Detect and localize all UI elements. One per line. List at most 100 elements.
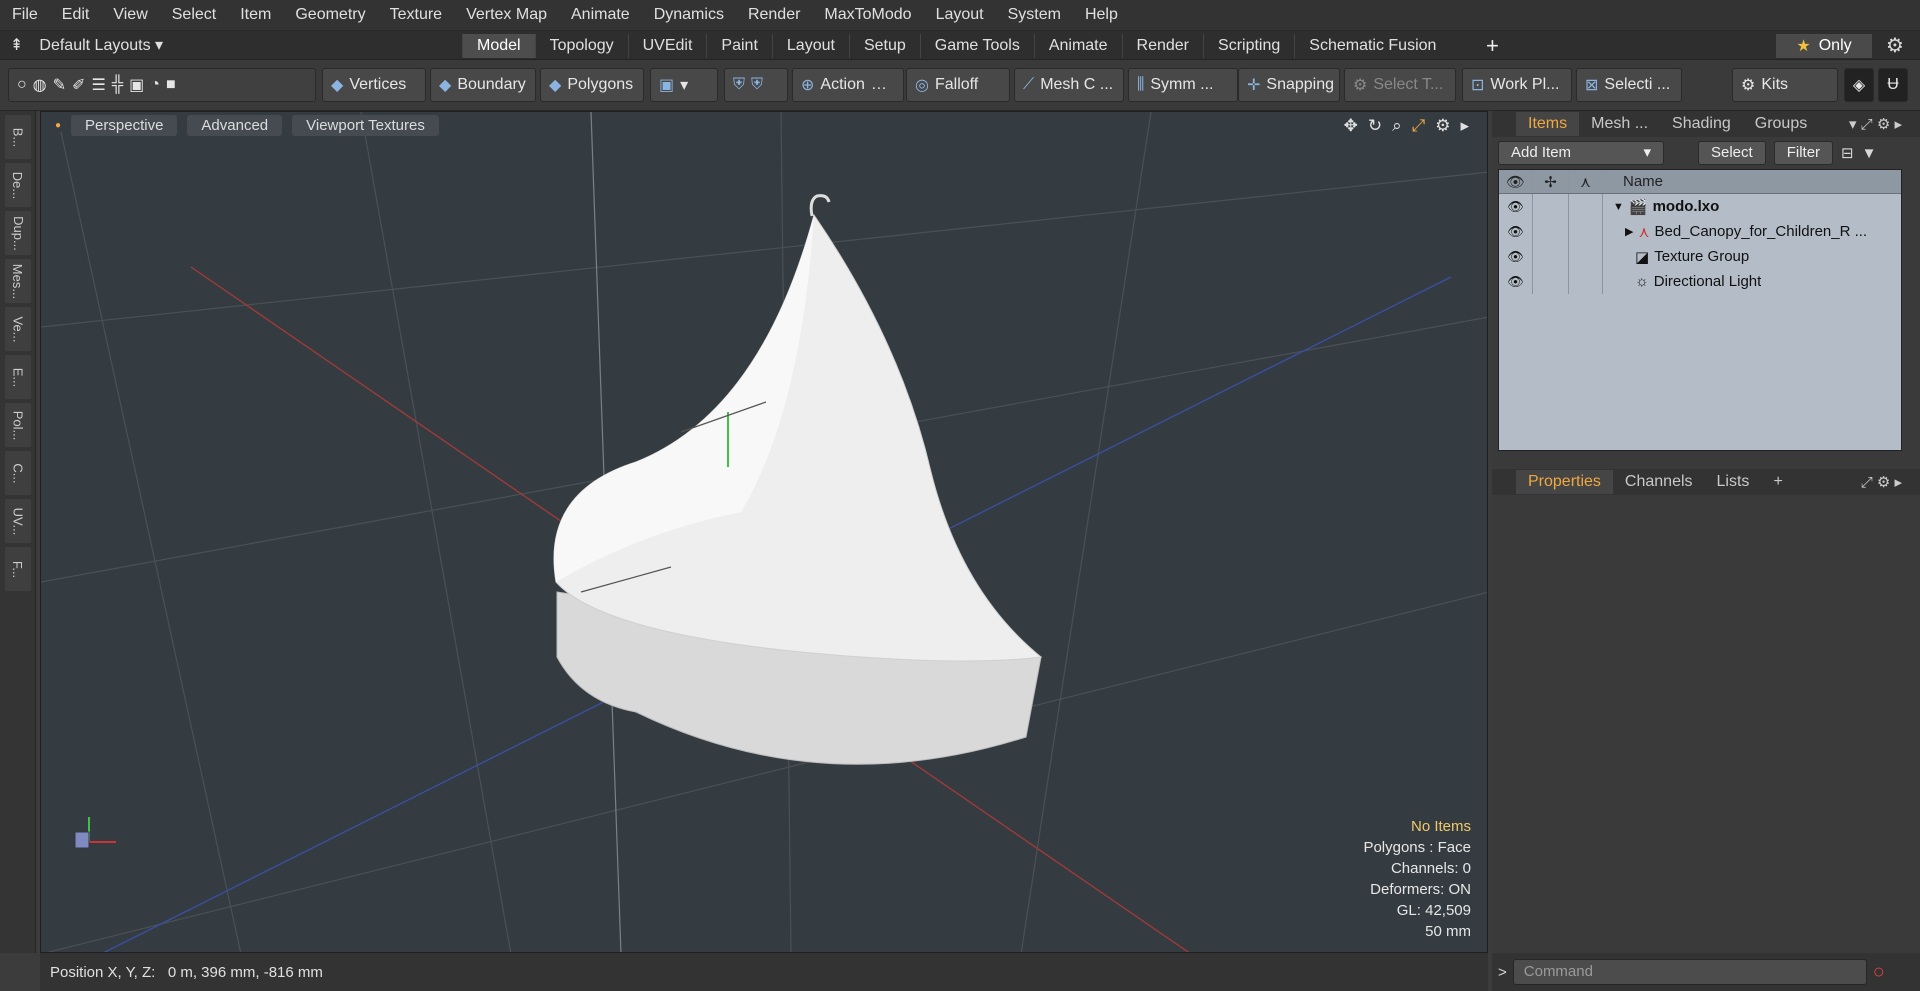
- only-toggle-button[interactable]: ★ Only: [1776, 34, 1872, 58]
- zoom-icon[interactable]: ⌕: [1392, 116, 1402, 136]
- expand-arrow-icon[interactable]: ▶: [1625, 225, 1633, 238]
- select-through-button[interactable]: ⚙ Select T...: [1344, 68, 1456, 102]
- filter-button[interactable]: Filter: [1773, 141, 1834, 165]
- layout-gear-icon[interactable]: ⚙: [1886, 33, 1904, 58]
- kits-button[interactable]: ⚙ Kits: [1732, 68, 1838, 102]
- polygons-button[interactable]: ◆ Polygons: [540, 68, 644, 102]
- tab-lists[interactable]: Lists: [1705, 470, 1762, 494]
- menu-file[interactable]: File: [0, 6, 50, 24]
- expand-arrow-icon[interactable]: ▼: [1613, 201, 1624, 213]
- tab-mesh-ops[interactable]: Mesh ...: [1579, 112, 1660, 136]
- items-panel-options-icons[interactable]: ▾ ⤢ ⚙ ▸: [1837, 113, 1914, 137]
- pen-icon[interactable]: ✎: [53, 75, 66, 95]
- tab-groups[interactable]: Groups: [1743, 112, 1819, 136]
- menu-edit[interactable]: Edit: [50, 6, 102, 24]
- properties-panel-options-icons[interactable]: ⤢ ⚙ ▸: [1849, 471, 1914, 495]
- tab-properties[interactable]: Properties: [1516, 470, 1613, 494]
- select-button[interactable]: Select: [1698, 141, 1766, 165]
- advanced-button[interactable]: Advanced: [187, 114, 283, 136]
- unity-icon[interactable]: ◈: [1844, 68, 1874, 102]
- symmetry-shields-group[interactable]: ⛨ ⛨: [724, 68, 788, 102]
- tab-setup[interactable]: Setup: [848, 34, 920, 58]
- maximize-icon[interactable]: ⤢: [1412, 116, 1426, 136]
- left-tab-edge[interactable]: E...: [5, 355, 31, 399]
- left-tab-uv[interactable]: UV...: [5, 499, 31, 543]
- menu-item[interactable]: Item: [228, 6, 283, 24]
- tab-uvedit[interactable]: UVEdit: [627, 34, 707, 58]
- work-plane-button[interactable]: ⊡ Work Pl...: [1462, 68, 1572, 102]
- visibility-column-eye-icon[interactable]: 👁: [1499, 170, 1533, 193]
- lock-column-icon[interactable]: ✢: [1533, 170, 1569, 193]
- list-item[interactable]: 👁 ▶ ⋏ Bed_Canopy_for_Children_R ...: [1499, 219, 1901, 244]
- add-item-button[interactable]: Add Item ▾: [1498, 141, 1664, 165]
- perspective-button[interactable]: Perspective: [71, 114, 178, 136]
- tab-render[interactable]: Render: [1121, 34, 1203, 58]
- left-tab-basic[interactable]: B...: [5, 115, 31, 159]
- cube-solid-icon[interactable]: ■: [166, 76, 176, 94]
- menu-dynamics[interactable]: Dynamics: [642, 6, 736, 24]
- frame-icon[interactable]: ▣: [129, 75, 144, 95]
- left-tab-vertex[interactable]: Ve...: [5, 307, 31, 351]
- brush-icon[interactable]: ✐: [72, 75, 85, 95]
- selection-sets-button[interactable]: ⊠ Selecti ...: [1576, 68, 1682, 102]
- add-tab-plus-icon[interactable]: +: [1486, 33, 1499, 59]
- left-tab-deform[interactable]: De...: [5, 163, 31, 207]
- menu-maxtomodo[interactable]: MaxToModo: [812, 6, 923, 24]
- eye-icon[interactable]: 👁: [1507, 199, 1524, 215]
- add-tab-plus-icon[interactable]: +: [1761, 470, 1794, 494]
- left-tab-curve[interactable]: C...: [5, 451, 31, 495]
- rotate-icon[interactable]: ◔: [150, 76, 160, 94]
- list-item[interactable]: 👁 ▼ 🎬 modo.lxo: [1499, 194, 1901, 219]
- item-mode-dropdown[interactable]: ▣ ▾: [650, 68, 718, 102]
- grid-icon[interactable]: ╬: [112, 76, 123, 94]
- menu-render[interactable]: Render: [736, 6, 812, 24]
- menu-texture[interactable]: Texture: [378, 6, 454, 24]
- orbit-icon[interactable]: ↻: [1368, 116, 1382, 136]
- menu-system[interactable]: System: [996, 6, 1073, 24]
- left-tab-mesh-edit[interactable]: Mes...: [5, 259, 31, 303]
- tab-layout[interactable]: Layout: [771, 34, 849, 58]
- record-circle-icon[interactable]: ○: [1873, 961, 1885, 984]
- align-icon[interactable]: ☰: [91, 75, 105, 95]
- axis-column-icon[interactable]: ⋏: [1569, 170, 1603, 193]
- unreal-icon[interactable]: Ʉ: [1878, 68, 1908, 102]
- tab-game-tools[interactable]: Game Tools: [919, 34, 1034, 58]
- viewport-dot-icon[interactable]: ●: [55, 120, 61, 131]
- name-column-header[interactable]: Name: [1603, 173, 1663, 190]
- menu-animate[interactable]: Animate: [559, 6, 642, 24]
- left-tab-duplicate[interactable]: Dup...: [5, 211, 31, 255]
- tab-schematic-fusion[interactable]: Schematic Fusion: [1294, 34, 1450, 58]
- menu-layout[interactable]: Layout: [924, 6, 996, 24]
- funnel-icon[interactable]: ▼: [1862, 145, 1877, 162]
- menu-geometry[interactable]: Geometry: [283, 6, 377, 24]
- menu-select[interactable]: Select: [160, 6, 228, 24]
- menu-vertex-map[interactable]: Vertex Map: [454, 6, 559, 24]
- tab-model[interactable]: Model: [462, 34, 535, 58]
- falloff-button[interactable]: ◎ Falloff: [906, 68, 1010, 102]
- tab-items[interactable]: Items: [1516, 112, 1580, 136]
- pan-icon[interactable]: ✥: [1344, 116, 1358, 136]
- tab-channels[interactable]: Channels: [1613, 470, 1705, 494]
- list-item[interactable]: 👁 ☼ Directional Light: [1499, 269, 1901, 294]
- default-layouts-dropdown[interactable]: ⇞ Default Layouts ▾: [10, 35, 163, 55]
- collapse-all-icon[interactable]: ⊟: [1841, 144, 1854, 162]
- tab-paint[interactable]: Paint: [706, 34, 771, 58]
- snapping-button[interactable]: ✛ Snapping: [1238, 68, 1340, 102]
- tab-scripting[interactable]: Scripting: [1203, 34, 1294, 58]
- list-item[interactable]: 👁 ◪ Texture Group: [1499, 244, 1901, 269]
- symmetry-button[interactable]: ⫼ Symm ...: [1128, 68, 1238, 102]
- tab-animate[interactable]: Animate: [1033, 34, 1122, 58]
- tab-shading[interactable]: Shading: [1660, 112, 1743, 136]
- left-tab-fusion[interactable]: F...: [5, 547, 31, 591]
- tab-topology[interactable]: Topology: [534, 34, 628, 58]
- action-button[interactable]: ⊕ Action…: [792, 68, 904, 102]
- eye-icon[interactable]: 👁: [1507, 249, 1524, 265]
- command-input[interactable]: Command: [1512, 959, 1867, 985]
- globe-icon[interactable]: ◍: [33, 75, 47, 95]
- left-tab-polygon[interactable]: Pol...: [5, 403, 31, 447]
- vertices-button[interactable]: ◆ Vertices: [322, 68, 426, 102]
- 3d-viewport[interactable]: ● Perspective Advanced Viewport Textures…: [40, 111, 1488, 953]
- viewport-gear-icon[interactable]: ⚙: [1435, 116, 1450, 136]
- eye-icon[interactable]: 👁: [1507, 224, 1524, 240]
- menu-help[interactable]: Help: [1073, 6, 1130, 24]
